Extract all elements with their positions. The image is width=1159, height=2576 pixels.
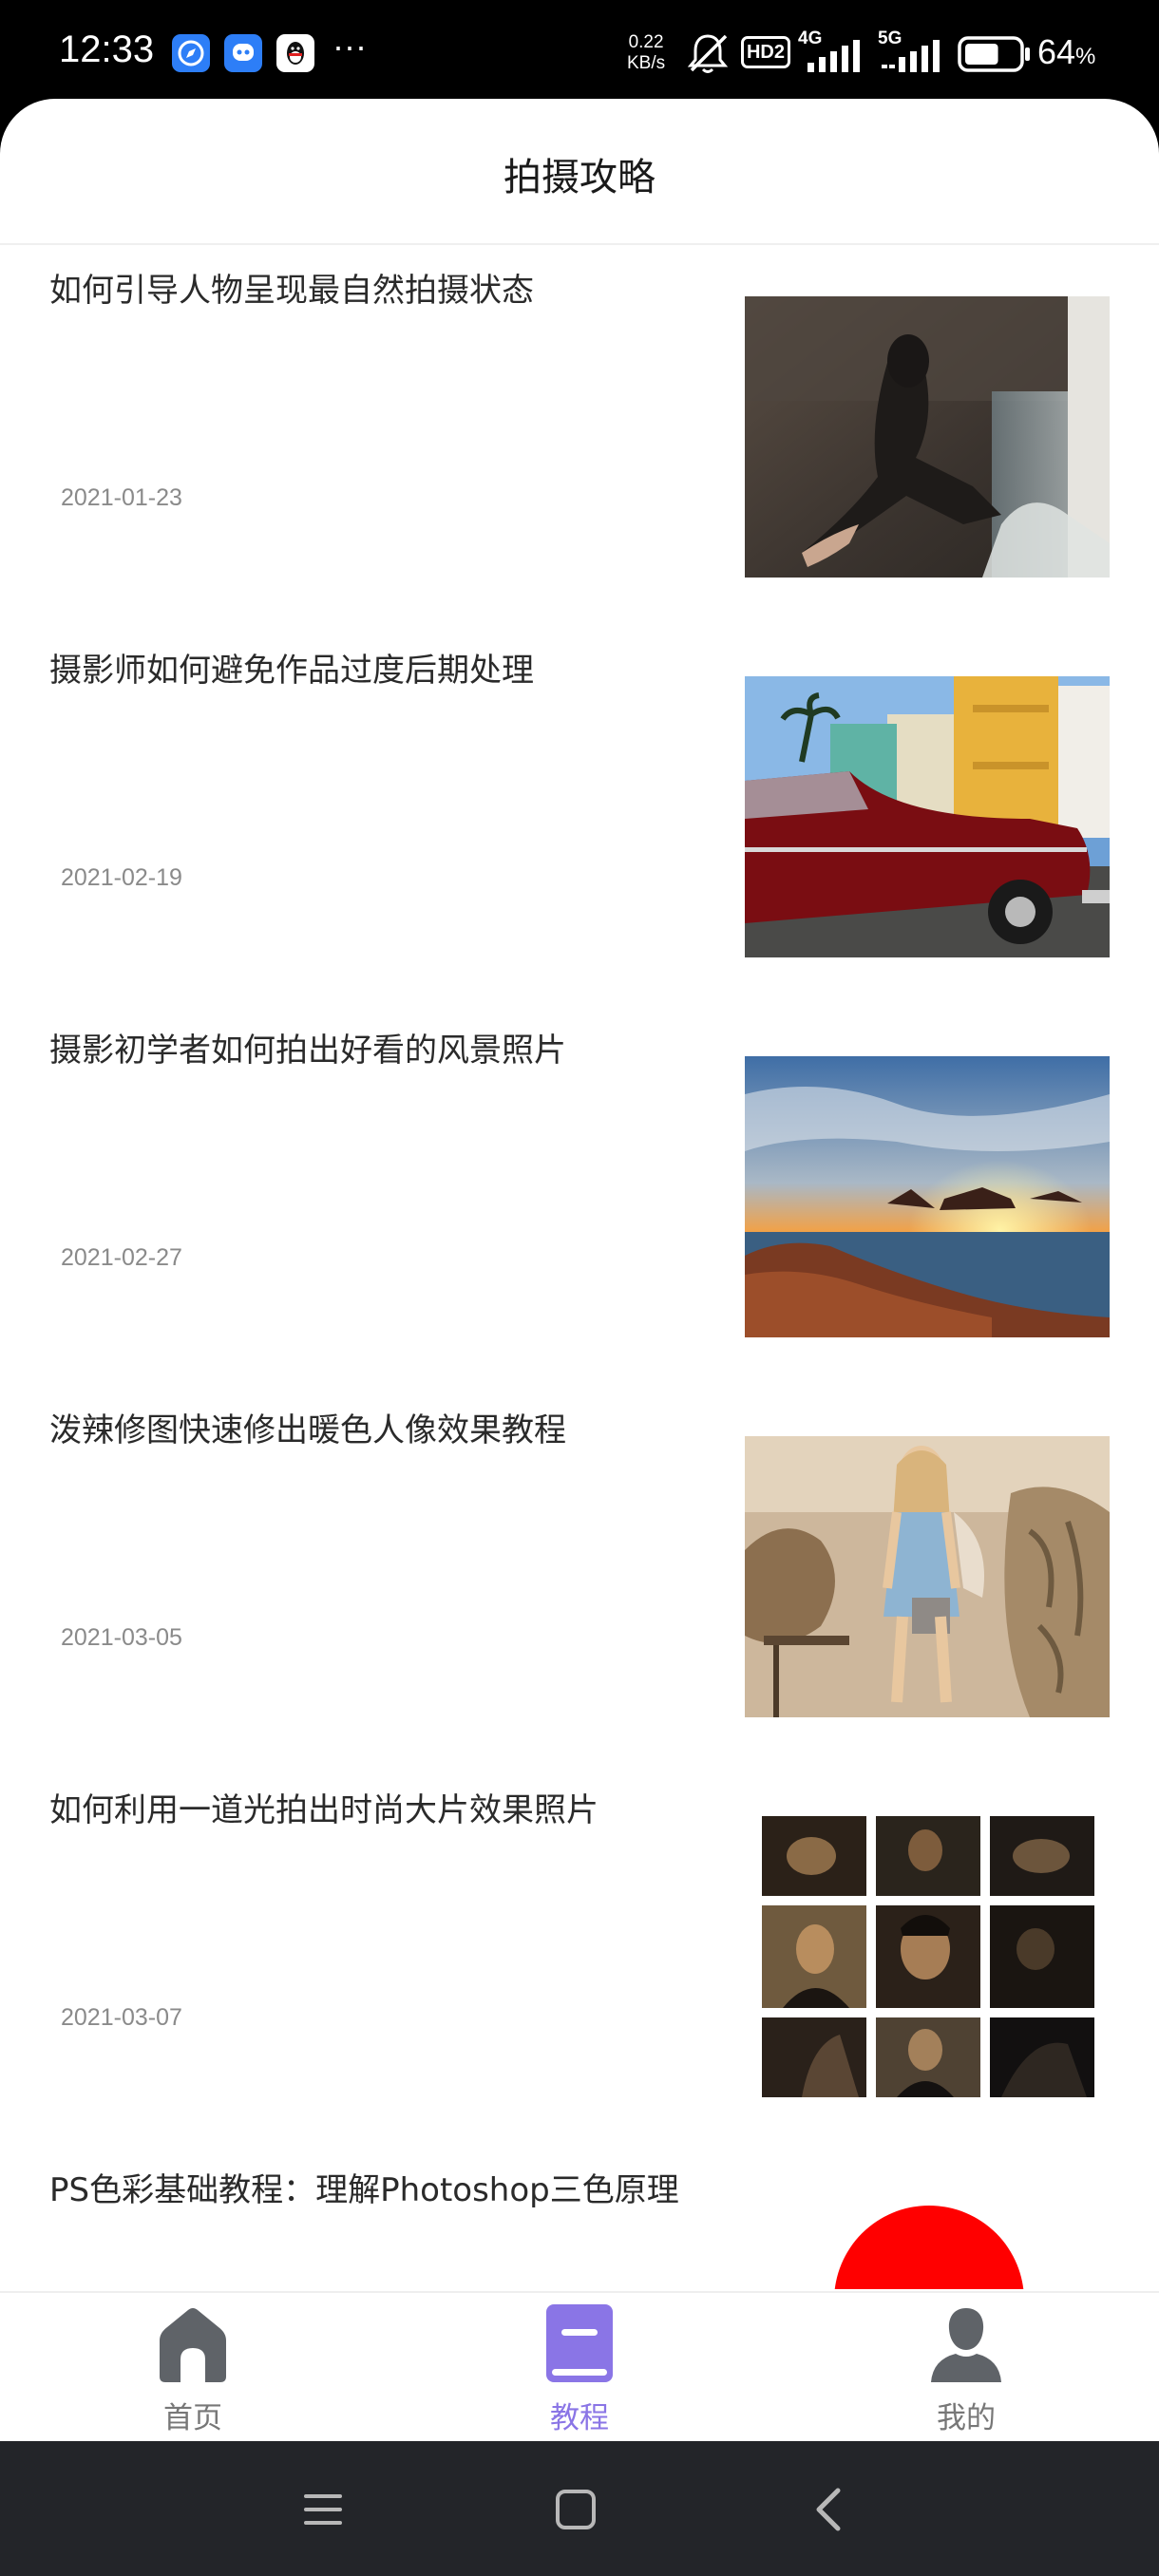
- battery-percent-value: 64: [1037, 32, 1076, 71]
- article-item[interactable]: 摄影师如何避免作品过度后期处理 2021-02-19: [0, 627, 1159, 1007]
- article-item[interactable]: 泼辣修图快速修出暖色人像效果教程 2021-03-05: [0, 1387, 1159, 1767]
- article-list[interactable]: 如何引导人物呈现最自然拍摄状态 2021-01-23 摄影师如何避免作品过度后期…: [0, 247, 1159, 2289]
- article-title: 泼辣修图快速修出暖色人像效果教程: [49, 1411, 566, 1449]
- page-header: 拍摄攻略: [0, 99, 1159, 245]
- battery-percent: 64%: [1037, 32, 1095, 72]
- back-icon[interactable]: [800, 2479, 861, 2540]
- article-thumbnail: [745, 1816, 1110, 2097]
- bottom-nav: 首页 教程 我的: [0, 2291, 1159, 2441]
- warm-portrait-thumbnail: [745, 1436, 1110, 1717]
- status-time: 12:33: [59, 28, 155, 70]
- article-date: 2021-03-05: [61, 1624, 182, 1651]
- system-nav-bar: [0, 2441, 1159, 2576]
- rgb-color-circles-thumbnail: [834, 2206, 1024, 2289]
- article-item[interactable]: 摄影初学者如何拍出好看的风景照片 2021-02-27: [0, 1007, 1159, 1387]
- article-title: 如何利用一道光拍出时尚大片效果照片: [49, 1791, 598, 1829]
- menu-icon[interactable]: [293, 2479, 353, 2540]
- article-thumbnail: [745, 676, 1110, 957]
- network-speed-unit: KB/s: [627, 53, 666, 73]
- nav-item-home[interactable]: 首页: [98, 2301, 288, 2435]
- signal-bars-icon: [808, 40, 860, 72]
- qq-app-icon: [276, 34, 314, 72]
- person-icon: [931, 2308, 1001, 2382]
- status-bar: 12:33 ··· 0.22 KB/s HD2 4G 5G 64%: [0, 0, 1159, 104]
- tutorial-page: 拍摄攻略 如何引导人物呈现最自然拍摄状态 2021-01-23 摄影师如何避免作…: [0, 99, 1159, 2441]
- home-icon: [160, 2308, 226, 2382]
- network-speed-value: 0.22: [628, 32, 664, 52]
- portrait-grid-thumbnail: [762, 1816, 1094, 2097]
- nav-item-profile[interactable]: 我的: [871, 2301, 1061, 2435]
- battery-icon: [958, 36, 1030, 72]
- portrait-photo-thumbnail: [745, 296, 1110, 578]
- network-speed: 0.22 KB/s: [627, 32, 665, 74]
- article-item[interactable]: PS色彩基础教程：理解Photoshop三色原理: [0, 2147, 1159, 2289]
- article-date: 2021-02-19: [61, 864, 182, 891]
- article-date: 2021-03-07: [61, 2004, 182, 2031]
- article-thumbnail: [745, 1436, 1110, 1717]
- battery-percent-unit: %: [1075, 44, 1096, 69]
- article-thumbnail: [745, 296, 1110, 578]
- article-title: 摄影师如何避免作品过度后期处理: [49, 652, 534, 690]
- nav-label-tutorial: 教程: [550, 2401, 609, 2435]
- home-square-icon[interactable]: [545, 2479, 606, 2540]
- article-title: 如何引导人物呈现最自然拍摄状态: [49, 272, 534, 310]
- nav-item-tutorial[interactable]: 教程: [484, 2301, 674, 2435]
- page-title: 拍摄攻略: [504, 156, 656, 199]
- article-title: PS色彩基础教程：理解Photoshop三色原理: [49, 2171, 679, 2209]
- browser-app-icon: [172, 34, 210, 72]
- article-item[interactable]: 如何利用一道光拍出时尚大片效果照片 2021-03-07: [0, 1767, 1159, 2147]
- nav-label-home: 首页: [163, 2401, 222, 2435]
- article-date: 2021-01-23: [61, 484, 182, 511]
- hd-voice-label: HD2: [746, 42, 785, 63]
- more-notifications-icon: ···: [332, 27, 367, 66]
- article-title: 摄影初学者如何拍出好看的风景照片: [49, 1032, 566, 1070]
- article-thumbnail: [745, 1056, 1110, 1337]
- sunset-landscape-thumbnail: [745, 1056, 1110, 1337]
- red-car-photo-thumbnail: [745, 676, 1110, 957]
- article-date: 2021-02-27: [61, 1244, 182, 1271]
- chat-app-icon: [224, 34, 262, 72]
- article-item[interactable]: 如何引导人物呈现最自然拍摄状态 2021-01-23: [0, 247, 1159, 627]
- signal-bars-5g-icon: [882, 40, 940, 72]
- nav-label-profile: 我的: [937, 2401, 996, 2435]
- hd-voice-badge: HD2: [741, 36, 790, 68]
- article-thumbnail: [745, 2196, 1110, 2289]
- book-icon: [546, 2304, 613, 2382]
- mute-bell-icon: [687, 34, 729, 73]
